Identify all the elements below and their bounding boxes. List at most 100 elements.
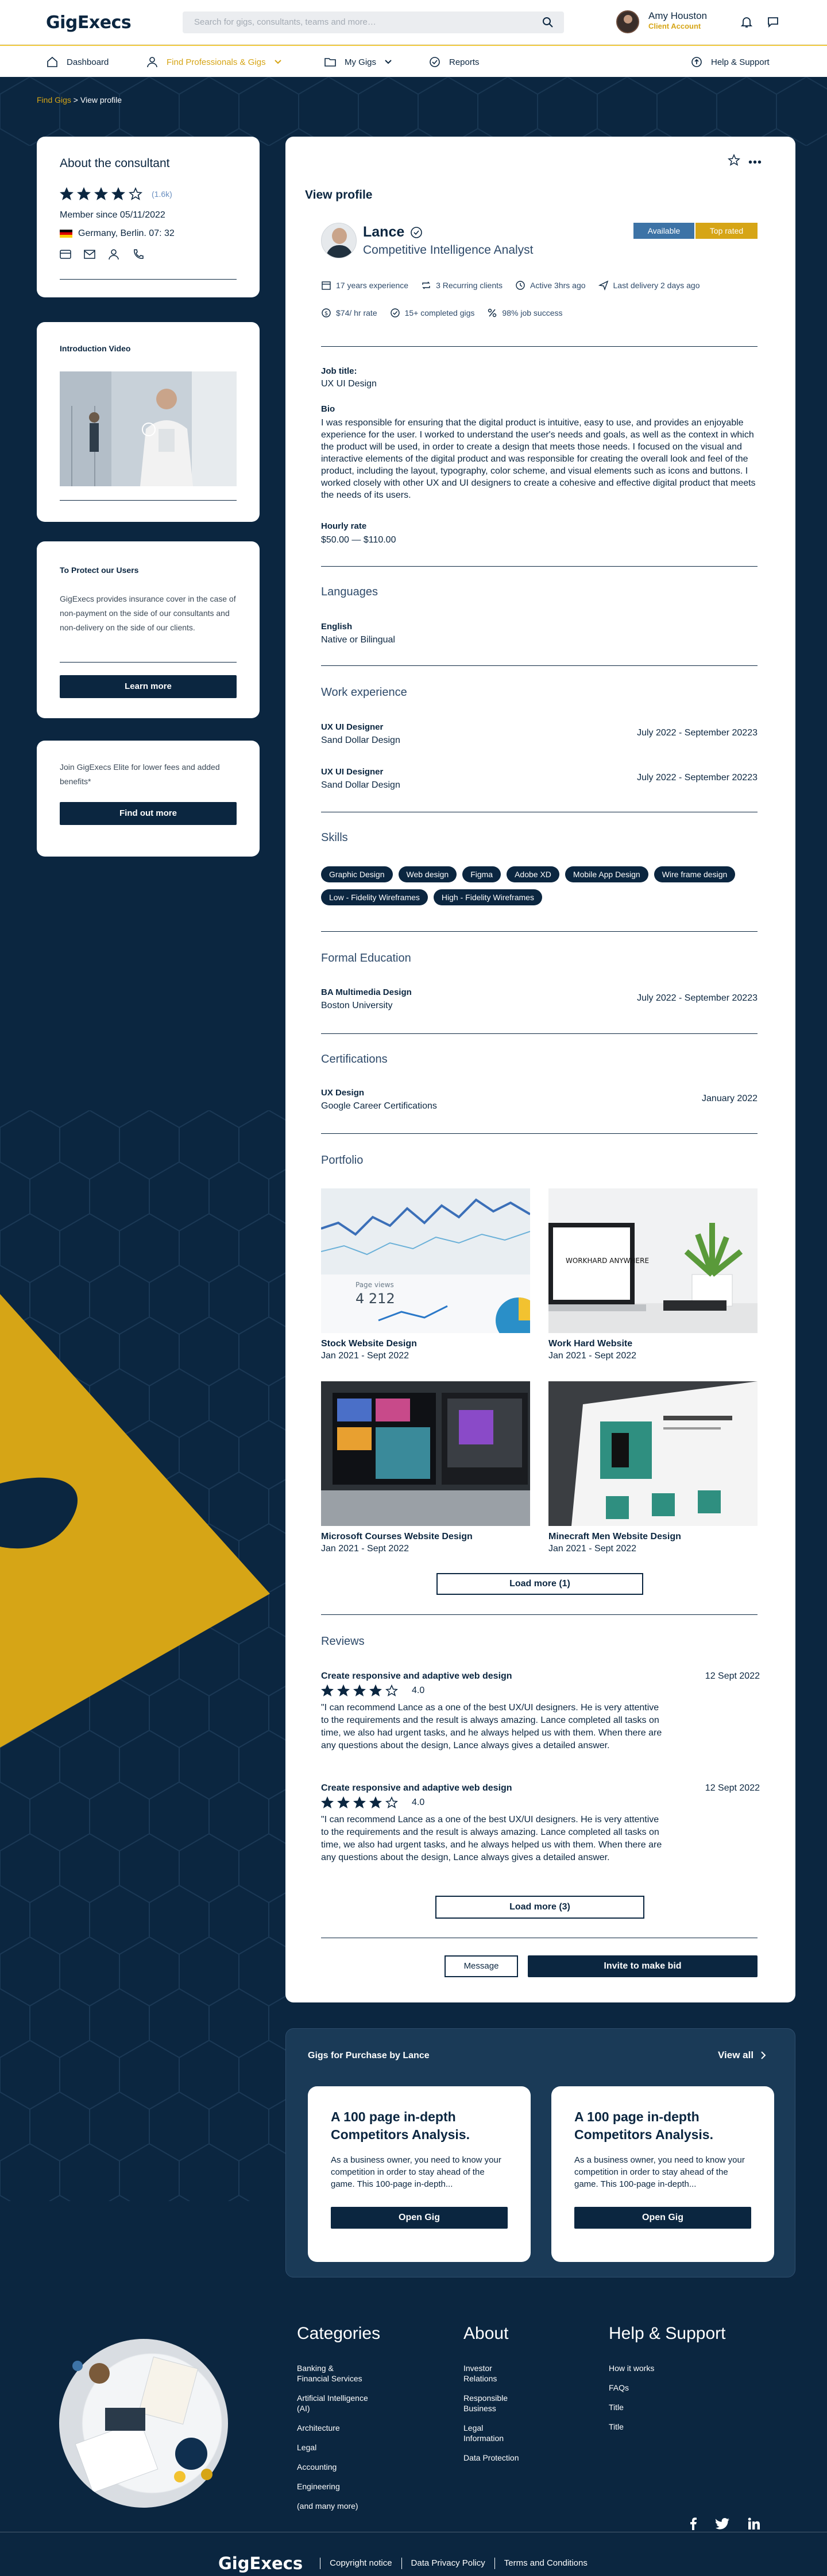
message-button[interactable]: Message — [445, 1955, 518, 1977]
person-icon[interactable] — [108, 249, 119, 259]
star-icon — [337, 1684, 350, 1696]
send-icon — [598, 280, 608, 290]
review-title: Create responsive and adaptive web desig… — [321, 1783, 512, 1793]
footer-link[interactable]: Engineering — [297, 2481, 380, 2492]
portfolio-title[interactable]: Work Hard Website — [548, 1339, 632, 1349]
skill-chip[interactable]: Wire frame design — [654, 866, 736, 882]
view-all-label: View all — [718, 2050, 754, 2060]
footer-link[interactable]: Responsible Business — [463, 2393, 519, 2414]
search-input[interactable]: Search for gigs, consultants, teams and … — [183, 11, 564, 33]
view-all-link[interactable]: View all — [718, 2050, 766, 2061]
skill-chip[interactable]: Figma — [462, 866, 501, 882]
portfolio-image[interactable] — [321, 1381, 530, 1526]
video-thumbnail[interactable] — [60, 371, 237, 486]
delivery-stat: Last delivery 2 days ago — [598, 280, 700, 290]
active-text: Active 3hrs ago — [530, 281, 586, 290]
bell-icon[interactable] — [740, 15, 753, 32]
protect-users-card: To Protect our Users GigExecs provides i… — [37, 541, 260, 718]
open-gig-button[interactable]: Open Gig — [331, 2207, 508, 2229]
portfolio-load-more-button[interactable]: Load more (1) — [436, 1573, 643, 1595]
footer-link[interactable]: How it works — [609, 2363, 725, 2373]
profile-card: ••• View profile Lance Competitive Intel… — [285, 137, 795, 2002]
open-gig-button[interactable]: Open Gig — [574, 2207, 751, 2229]
play-icon[interactable] — [142, 423, 156, 436]
portfolio-title[interactable]: Microsoft Courses Website Design — [321, 1532, 473, 1542]
footer-link[interactable]: Title — [609, 2402, 725, 2412]
profile-stats-row-2: $ $74/ hr rate 15+ completed gigs 98% jo… — [321, 308, 562, 318]
portfolio-title[interactable]: Stock Website Design — [321, 1339, 417, 1349]
nav-reports-label: Reports — [449, 57, 480, 67]
terms-link[interactable]: Terms and Conditions — [494, 2558, 597, 2569]
mail-icon[interactable] — [84, 249, 95, 259]
footer-desk-image — [59, 2339, 228, 2508]
divider — [321, 566, 758, 567]
footer-link[interactable]: Accounting — [297, 2462, 380, 2472]
laptop-desk-image: WORKHARD ANYWHERE — [548, 1188, 758, 1333]
learn-more-button[interactable]: Learn more — [60, 675, 237, 698]
star-icon — [385, 1684, 398, 1696]
invite-to-bid-button[interactable]: Invite to make bid — [528, 1955, 758, 1977]
elite-text: Join GigExecs Elite for lower fees and a… — [60, 762, 220, 786]
skill-chip[interactable]: Mobile App Design — [565, 866, 648, 882]
skill-chip[interactable]: Low - Fidelity Wireframes — [321, 889, 428, 905]
nav-dashboard[interactable]: Dashboard — [46, 55, 109, 69]
footer-link[interactable]: Investor Relations — [463, 2363, 519, 2384]
breadcrumb-find-gigs[interactable]: Find Gigs — [37, 95, 71, 104]
work-dates: July 2022 - September 20223 — [637, 773, 758, 783]
card-icon[interactable] — [60, 249, 71, 259]
skill-chip[interactable]: Web design — [398, 866, 457, 882]
portfolio-image[interactable]: 4 212 Page views — [321, 1188, 530, 1333]
footer-link[interactable]: (and many more) — [297, 2501, 380, 2511]
chart-value-text: 4 212 — [355, 1291, 395, 1307]
review-count[interactable]: (1.6k) — [152, 189, 172, 199]
footer-link[interactable]: Legal Information — [463, 2423, 519, 2443]
nav-find-professionals[interactable]: Find Professionals & Gigs — [146, 55, 282, 69]
portfolio-heading: Portfolio — [321, 1154, 364, 1167]
facebook-icon[interactable] — [689, 2517, 697, 2530]
cert-date: January 2022 — [702, 1094, 758, 1103]
footer-link[interactable]: Legal — [297, 2442, 380, 2453]
user-menu[interactable]: Amy Houston Client Account — [616, 9, 731, 36]
favorite-star-icon[interactable] — [727, 153, 741, 169]
phone-icon[interactable] — [132, 249, 144, 259]
profile-role: Competitive Intelligence Analyst — [363, 243, 534, 257]
footer-link[interactable]: Title — [609, 2422, 725, 2432]
footer-link[interactable]: Artificial Intelligence (AI) — [297, 2393, 380, 2414]
footer-logo[interactable]: GigExecs — [218, 2554, 303, 2573]
portfolio-image[interactable] — [548, 1381, 758, 1526]
reviews-load-more-button[interactable]: Load more (3) — [435, 1896, 644, 1919]
footer-link[interactable]: Banking & Financial Services — [297, 2363, 380, 2384]
skill-chip[interactable]: High - Fidelity Wireframes — [433, 889, 542, 905]
twitter-icon[interactable] — [716, 2518, 729, 2529]
footer-link[interactable]: Architecture — [297, 2423, 380, 2433]
footer-link[interactable]: FAQs — [609, 2383, 725, 2393]
cert-name: UX Design — [321, 1088, 365, 1098]
portfolio-image[interactable]: WORKHARD ANYWHERE — [548, 1188, 758, 1333]
gig-title: A 100 page in-depth Competitors Analysis… — [331, 2109, 470, 2142]
nav-reports[interactable]: Reports — [428, 55, 480, 69]
gig-description: As a business owner, you need to know yo… — [574, 2155, 745, 2189]
monitors-image — [321, 1381, 530, 1526]
gig-card: A 100 page in-depth Competitors Analysis… — [308, 2086, 531, 2262]
copyright-link[interactable]: Copyright notice — [320, 2558, 401, 2569]
logo[interactable]: GigExecs — [46, 13, 132, 33]
portfolio-title[interactable]: Minecraft Men Website Design — [548, 1532, 681, 1542]
work-dates: July 2022 - September 20223 — [637, 728, 758, 738]
nav-help-support[interactable]: Help & Support — [690, 55, 770, 69]
find-out-more-button[interactable]: Find out more — [60, 802, 237, 825]
languages-heading: Languages — [321, 586, 378, 598]
skill-chip[interactable]: Graphic Design — [321, 866, 393, 882]
protect-title: To Protect our Users — [60, 565, 139, 575]
skill-chip[interactable]: Adobe XD — [507, 866, 559, 882]
footer-link[interactable]: Data Protection — [463, 2453, 519, 2463]
chat-icon[interactable] — [766, 15, 780, 32]
linkedin-icon[interactable] — [748, 2517, 760, 2530]
privacy-link[interactable]: Data Privacy Policy — [401, 2558, 494, 2569]
work-experience-heading: Work experience — [321, 686, 407, 699]
search-icon[interactable] — [542, 17, 554, 30]
language-level: Native or Bilingual — [321, 635, 395, 645]
nav-my-gigs[interactable]: My Gigs — [324, 55, 392, 69]
user-role: Client Account — [648, 22, 701, 30]
more-options-icon[interactable]: ••• — [748, 156, 762, 169]
bio-text: I was responsible for ensuring that the … — [321, 418, 756, 500]
